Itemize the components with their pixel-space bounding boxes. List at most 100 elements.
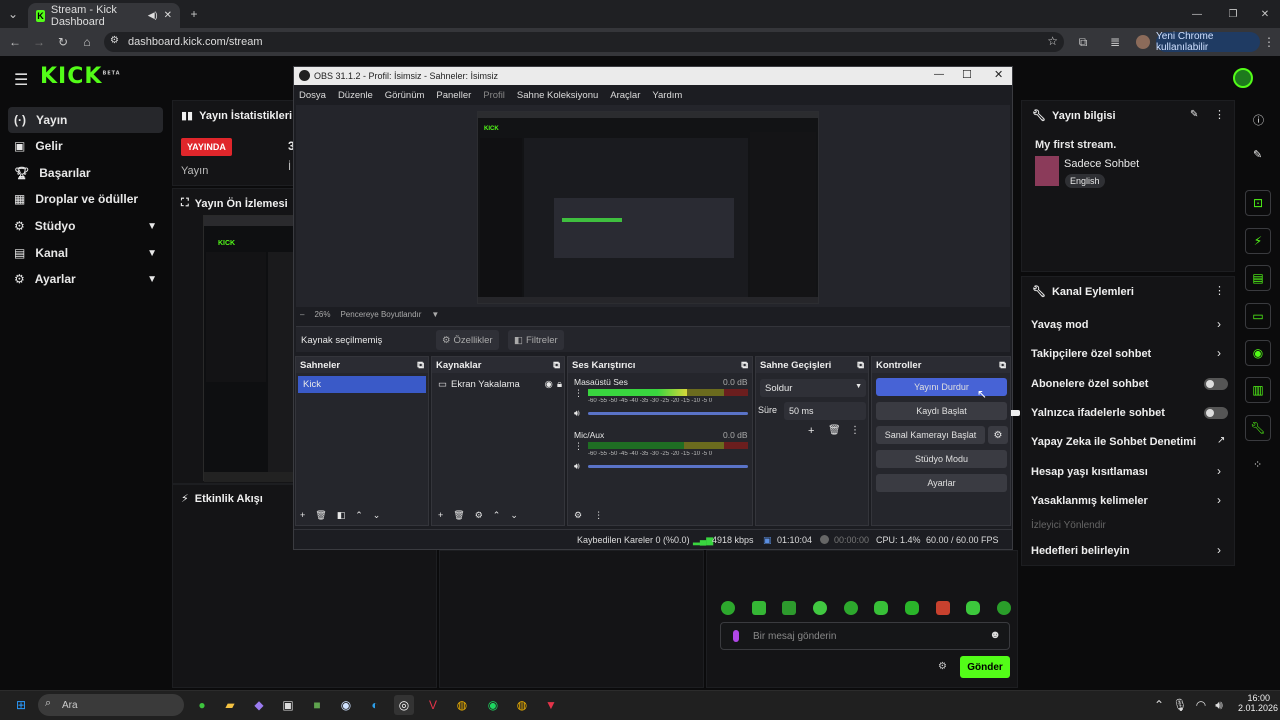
browser-tab[interactable]: K Stream - Kick Dashboard ◀) ✕ — [28, 3, 180, 28]
filters-button[interactable]: ◧ Filtreler — [508, 330, 564, 350]
chevron-right-icon[interactable]: › — [1217, 317, 1221, 331]
emote-icon[interactable] — [935, 601, 950, 615]
emote-icon[interactable] — [782, 601, 797, 615]
edit-icon[interactable]: ✎ — [1190, 109, 1198, 120]
obs-close-icon[interactable]: ✕ — [994, 68, 1003, 81]
sidebar-item-ayarlar[interactable]: ⚙ Ayarlar ▼ — [8, 266, 163, 292]
rail-layout-icon[interactable]: ▥ — [1245, 377, 1271, 403]
up-icon[interactable]: ⌃ — [493, 510, 501, 521]
stop-stream-button[interactable]: Yayını Durdur — [876, 378, 1007, 396]
action-slow-mode[interactable]: Yavaş mod — [1031, 319, 1088, 331]
speaker-icon[interactable]: 🔊︎ — [574, 408, 580, 419]
chevron-right-icon[interactable]: › — [1217, 346, 1221, 360]
emote-icon[interactable] — [874, 601, 889, 615]
add-icon[interactable]: + — [300, 510, 305, 521]
chat-settings-icon[interactable]: ⚙ — [938, 661, 947, 672]
emote-icon[interactable] — [812, 601, 827, 615]
menu-profil[interactable]: Profil — [483, 90, 505, 101]
chrome-icon[interactable]: ◍ — [452, 695, 472, 715]
down-icon[interactable]: ⌄ — [373, 510, 381, 521]
minecraft-icon[interactable]: ■ — [307, 695, 327, 715]
taskbar-search[interactable]: ⌕ Ara — [38, 694, 184, 716]
bookmark-star-icon[interactable]: ☆ — [1047, 34, 1058, 48]
audio-icon[interactable]: ◀) — [148, 10, 158, 21]
mic-volume-slider[interactable] — [588, 465, 748, 468]
reading-list-icon[interactable]: ≣ — [1106, 33, 1124, 51]
zoom-minus-icon[interactable]: – — [300, 310, 304, 319]
sidebar-item-basarilar[interactable]: 🏆︎ Başarılar — [8, 160, 163, 186]
settings-button[interactable]: Ayarlar — [876, 474, 1007, 492]
store-icon[interactable]: ▣ — [278, 695, 298, 715]
obs-canvas[interactable]: KICK — [477, 111, 819, 304]
emote-icon[interactable] — [721, 601, 735, 615]
add-icon[interactable]: + — [438, 510, 443, 521]
more-icon[interactable]: ⋮ — [850, 425, 860, 436]
action-banned-words[interactable]: Yasaklanmış kelimeler — [1031, 495, 1148, 507]
dock-float-icon[interactable]: ⧉ — [741, 360, 748, 371]
more-icon[interactable]: ⋮ — [594, 510, 603, 521]
mixer-menu-icon[interactable]: ⋮ — [574, 441, 583, 452]
obs-maximize-icon[interactable]: ☐ — [962, 68, 972, 81]
action-ai-moderation[interactable]: Yapay Zeka ile Sohbet Denetimi — [1031, 436, 1196, 448]
emote-icon[interactable] — [996, 601, 1011, 615]
eye-icon[interactable]: ◉ — [545, 379, 553, 390]
menu-sahne-koleksiyonu[interactable]: Sahne Koleksiyonu — [517, 90, 598, 101]
pocket-icon[interactable]: ▼ — [541, 695, 561, 715]
edge-icon[interactable]: ◐ — [365, 695, 385, 715]
reload-icon[interactable]: ↻ — [54, 33, 72, 51]
action-set-goals[interactable]: Hedefleri belirleyin — [1031, 545, 1129, 557]
obs-taskbar-icon[interactable]: ◎ — [394, 695, 414, 715]
obs-minimize-icon[interactable]: — — [934, 69, 944, 80]
file-explorer-icon[interactable]: ▰ — [220, 695, 240, 715]
home-icon[interactable]: ⌂ — [78, 33, 96, 51]
add-icon[interactable]: + — [808, 425, 814, 437]
kick-logo[interactable]: KICKBETA — [40, 64, 121, 89]
pencil-icon[interactable]: ✎ — [1253, 148, 1262, 161]
dock-float-icon[interactable]: ⧉ — [417, 360, 424, 371]
close-window-icon[interactable]: ✕ — [1256, 5, 1274, 23]
restore-icon[interactable]: ❐ — [1224, 5, 1242, 23]
scene-item[interactable]: Kick — [298, 376, 426, 393]
wifi-icon[interactable]: ◠ — [1191, 695, 1211, 715]
sidebar-item-droplar[interactable]: ▦ Droplar ve ödüller — [8, 186, 163, 212]
chrome-update-button[interactable]: Yeni Chrome kullanılabilir — [1156, 31, 1260, 53]
app-icon[interactable]: V — [423, 695, 443, 715]
rail-bolt-icon[interactable]: ⚡ — [1245, 228, 1271, 254]
whatsapp-icon[interactable]: ● — [192, 695, 212, 715]
duration-input[interactable]: 50 ms — [784, 402, 866, 420]
emote-icon[interactable] — [904, 601, 919, 615]
spotify-icon[interactable]: ◉ — [483, 695, 503, 715]
windows-start-icon[interactable]: ⊞ — [11, 695, 31, 715]
desktop-volume-slider[interactable] — [588, 412, 748, 415]
up-icon[interactable]: ⌃ — [355, 510, 363, 521]
menu-paneller[interactable]: Paneller — [436, 90, 471, 101]
tray-chevron-icon[interactable]: ⌃ — [1149, 695, 1169, 715]
volume-icon[interactable]: 🔊︎ — [1209, 695, 1229, 715]
source-item[interactable]: ▭ Ekran Yakalama ◉ 🔒︎ — [434, 377, 562, 391]
mixer-menu-icon[interactable]: ⋮ — [574, 388, 583, 399]
dock-float-icon[interactable]: ⧉ — [857, 360, 864, 371]
info-icon[interactable]: ⓘ — [1253, 112, 1264, 128]
send-button[interactable]: Gönder — [960, 656, 1010, 678]
chevron-right-icon[interactable]: › — [1217, 464, 1221, 478]
rail-target-icon[interactable]: ⊡ — [1245, 190, 1271, 216]
minimize-icon[interactable]: — — [1188, 5, 1206, 23]
more-icon[interactable]: ⋮ — [1214, 284, 1225, 297]
rail-chat-icon[interactable]: ▭ — [1245, 303, 1271, 329]
hamburger-menu-icon[interactable]: ☰ — [14, 70, 28, 90]
mixer-settings-icon[interactable]: ⚙ — [574, 510, 582, 521]
trash-icon[interactable]: 🗑︎ — [315, 510, 326, 521]
emote-icon[interactable] — [843, 601, 858, 615]
dock-float-icon[interactable]: ⧉ — [553, 360, 560, 371]
dock-float-icon[interactable]: ⧉ — [999, 360, 1006, 371]
trash-icon[interactable]: 🗑︎ — [828, 425, 841, 436]
tab-close-icon[interactable]: ✕ — [164, 10, 172, 21]
menu-yardim[interactable]: Yardım — [652, 90, 682, 101]
emoji-icon[interactable]: ☻ — [989, 629, 1001, 641]
address-bar[interactable]: ⚙ dashboard.kick.com/stream ☆ — [104, 32, 1064, 52]
back-icon[interactable]: ← — [6, 33, 24, 51]
sidebar-item-studyo[interactable]: ⚙ Stüdyo ▼ — [8, 213, 163, 239]
chat-input[interactable]: Bir mesaj gönderin ☻ — [720, 622, 1010, 650]
emote-icon[interactable] — [751, 601, 766, 615]
subscribers-only-toggle[interactable] — [1204, 378, 1228, 390]
